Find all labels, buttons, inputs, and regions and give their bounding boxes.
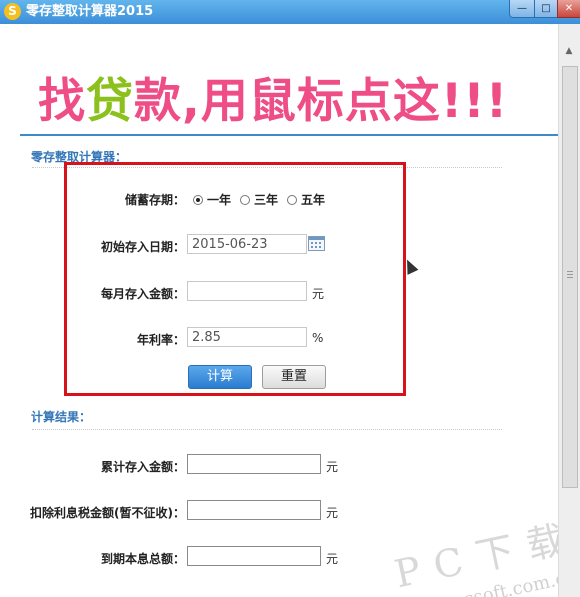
radio-checked-icon — [193, 194, 203, 205]
start-date-input[interactable] — [187, 234, 307, 254]
total-deposit-unit: 元 — [326, 460, 339, 474]
interest-unit: 元 — [326, 506, 339, 520]
divider — [20, 134, 558, 136]
total-deposit-label: 累计存入金额： — [100, 460, 185, 474]
close-button[interactable]: ✕ — [557, 0, 580, 18]
term-option-5-year[interactable]: 五年 — [287, 191, 325, 208]
radio-icon — [287, 194, 298, 205]
vertical-scrollbar[interactable]: ▲ — [558, 24, 580, 597]
term-option-1-year[interactable]: 一年 — [193, 191, 231, 208]
total-deposit-output[interactable] — [187, 454, 321, 474]
term-label: 储蓄存期： — [124, 193, 185, 207]
term-option-3-year[interactable]: 三年 — [240, 191, 278, 208]
reset-button[interactable]: 重置 — [262, 365, 326, 389]
banner-text-3: 款,用鼠标点这!!! — [134, 74, 509, 129]
results-section-title: 计算结果： — [31, 410, 92, 424]
loan-banner-link[interactable]: 找贷款,用鼠标点这!!! — [38, 62, 508, 131]
interest-output[interactable] — [187, 500, 321, 520]
scroll-up-icon[interactable]: ▲ — [562, 44, 576, 58]
maximize-button[interactable]: □ — [534, 0, 558, 18]
interest-label: 扣除利息税金额(暂不征收)： — [30, 506, 185, 520]
monthly-amount-input[interactable] — [187, 281, 307, 301]
app-icon: S — [4, 3, 21, 20]
term-radio-group: 一年 三年 五年 — [193, 191, 334, 208]
rate-input[interactable] — [187, 327, 307, 347]
content-area: 找贷款,用鼠标点这!!! 零存整取计算器： 储蓄存期： 一年 三年 五年 初始存… — [0, 24, 558, 597]
grip-icon — [567, 271, 573, 272]
radio-icon — [240, 194, 251, 205]
maturity-total-label: 到期本息总额： — [100, 552, 185, 566]
banner-text-2: 贷 — [86, 74, 134, 129]
title-bar: S 零存整取计算器2015 — □ ✕ — [0, 0, 580, 24]
maturity-total-unit: 元 — [326, 552, 339, 566]
monthly-amount-unit: 元 — [312, 287, 325, 301]
banner-text-1: 找 — [38, 74, 86, 129]
maturity-total-output[interactable] — [187, 546, 321, 566]
section-divider — [32, 429, 502, 430]
minimize-button[interactable]: — — [509, 0, 535, 18]
scrollbar-thumb[interactable] — [562, 66, 578, 488]
monthly-amount-label: 每月存入金额： — [100, 287, 185, 301]
calendar-icon[interactable] — [308, 236, 325, 251]
rate-label: 年利率： — [136, 333, 185, 347]
rate-unit: % — [312, 331, 324, 345]
window-title: 零存整取计算器2015 — [26, 4, 154, 19]
start-date-label: 初始存入日期： — [100, 240, 185, 254]
calculate-button[interactable]: 计算 — [188, 365, 252, 389]
